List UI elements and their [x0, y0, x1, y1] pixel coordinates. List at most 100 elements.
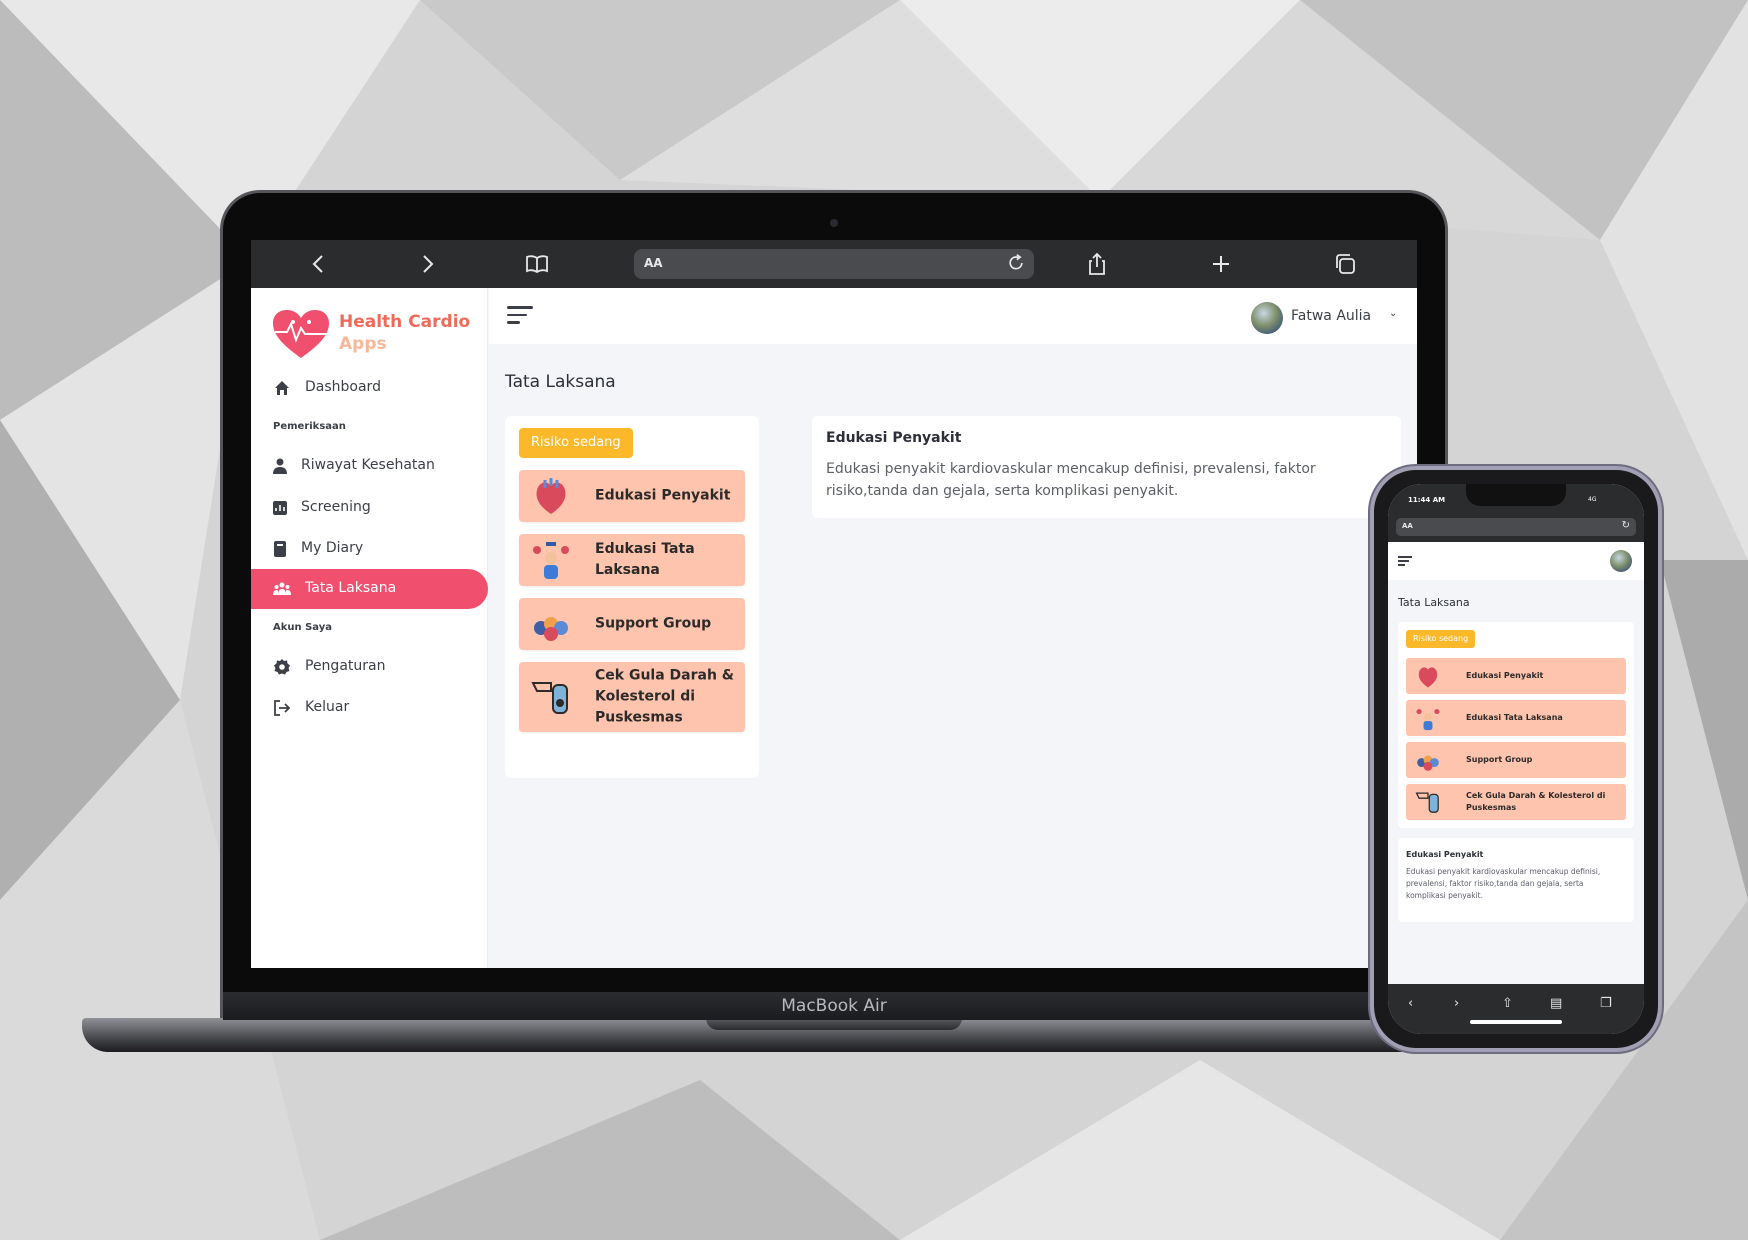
chevron-down-icon[interactable]: ⌄ [1389, 308, 1397, 319]
menu-button-label: Edukasi Penyakit [595, 487, 731, 504]
book-icon[interactable]: ▤ [1550, 996, 1562, 1011]
logo-subtitle: Apps [339, 334, 387, 354]
diary-icon [274, 541, 286, 557]
sidebar-item-label: Pengaturan [305, 658, 386, 674]
menu-toggle-icon[interactable] [507, 306, 533, 326]
glucose-meter-icon [531, 682, 568, 714]
risk-badge: Risiko sedang [519, 428, 633, 458]
sidebar-item-pengaturan[interactable]: Pengaturan [251, 647, 488, 687]
detail-card: Edukasi Penyakit Edukasi penyakit kardio… [1398, 838, 1634, 922]
sidebar-item-riwayat-kesehatan[interactable]: Riwayat Kesehatan [251, 446, 488, 486]
cek-gula-darah-button[interactable]: Cek Gula Darah & Kolesterol di Puskesmas [1406, 784, 1626, 820]
person-habits-icon [533, 542, 569, 579]
sidebar-item-dashboard[interactable]: Dashboard [251, 368, 488, 408]
edukasi-tata-laksana-button[interactable]: Edukasi Tata Laksana [519, 534, 745, 586]
users-group-icon [273, 582, 291, 595]
phone-screen: 11:44 AM 4G AA ↻ Tata Laksana Risiko sed… [1388, 484, 1644, 1034]
section-label-pemeriksaan: Pemeriksaan [273, 421, 346, 432]
book-icon[interactable] [525, 252, 549, 276]
avatar[interactable] [1251, 302, 1283, 334]
status-signal: 4G [1588, 496, 1597, 503]
laptop-brand-label: MacBook Air [223, 992, 1445, 1020]
support-group-icon [1417, 755, 1439, 771]
chevron-left-icon[interactable] [307, 252, 331, 276]
detail-title: Edukasi Penyakit [826, 430, 962, 446]
user-icon [273, 458, 287, 474]
sidebar-item-screening[interactable]: Screening [251, 488, 488, 528]
tata-laksana-menu-card: Risiko sedang Edukasi Penyakit Edukasi T… [1398, 622, 1634, 828]
detail-text: Edukasi penyakit kardiovaskular mencakup… [1406, 867, 1601, 900]
menu-toggle-icon[interactable] [1398, 556, 1412, 568]
glucose-meter-icon [1415, 792, 1439, 813]
detail-card: Edukasi Penyakit Edukasi penyakit kardio… [812, 416, 1401, 518]
phone-top-bar [1388, 542, 1644, 580]
gear-icon [274, 659, 290, 675]
page-title: Tata Laksana [1398, 596, 1470, 609]
sidebar-item-tata-laksana[interactable]: Tata Laksana [251, 569, 488, 609]
laptop-screen: AA Health Cardio Apps Dashboard Pemeriks… [251, 240, 1417, 968]
tabs-icon[interactable] [1333, 252, 1357, 276]
sidebar-item-label: Keluar [305, 699, 350, 715]
tabs-icon[interactable]: ❐ [1600, 996, 1612, 1011]
sidebar-item-label: Dashboard [305, 379, 381, 395]
chevron-right-icon[interactable] [415, 252, 439, 276]
sidebar-item-label: Screening [301, 499, 371, 515]
text-size-button[interactable]: AA [644, 256, 663, 270]
chevron-left-icon[interactable]: ‹ [1408, 996, 1413, 1011]
heart-organ-icon [1418, 667, 1438, 688]
edukasi-tata-laksana-button[interactable]: Edukasi Tata Laksana [1406, 700, 1626, 736]
phone-notch [1466, 484, 1566, 506]
phone-frame: 11:44 AM 4G AA ↻ Tata Laksana Risiko sed… [1370, 466, 1662, 1052]
reload-icon[interactable]: ↻ [1622, 520, 1630, 531]
share-icon[interactable]: ⇧ [1502, 996, 1513, 1011]
heart-logo-icon [273, 310, 329, 358]
sidebar-item-label: My Diary [301, 540, 364, 556]
tata-laksana-menu-card: Risiko sedang Edukasi Penyakit Edukasi T… [505, 416, 759, 778]
home-indicator [1470, 1020, 1562, 1024]
menu-button-label: Cek Gula Darah & Kolesterol di Puskesmas [595, 667, 735, 726]
menu-button-label: Edukasi Tata Laksana [1466, 713, 1563, 722]
sidebar-item-label: Riwayat Kesehatan [301, 457, 435, 473]
plus-icon[interactable] [1209, 252, 1233, 276]
menu-button-label: Support Group [595, 615, 712, 632]
text-size-button[interactable]: AA [1402, 522, 1413, 530]
cek-gula-darah-button[interactable]: Cek Gula Darah & Kolesterol di Puskesmas [519, 662, 745, 732]
menu-button-label: Edukasi Penyakit [1466, 671, 1544, 680]
status-time: 11:44 AM [1408, 496, 1446, 504]
home-icon [275, 381, 289, 395]
top-bar: Fatwa Aulia ⌄ [489, 288, 1417, 344]
menu-button-label: Support Group [1466, 755, 1533, 764]
sidebar-item-keluar[interactable]: Keluar [251, 688, 488, 728]
camera-dot [830, 219, 838, 227]
support-group-button[interactable]: Support Group [519, 598, 745, 650]
support-group-button[interactable]: Support Group [1406, 742, 1626, 778]
edukasi-penyakit-button[interactable]: Edukasi Penyakit [519, 470, 745, 522]
user-name[interactable]: Fatwa Aulia [1291, 308, 1371, 324]
logo-title: Health Cardio [339, 312, 471, 332]
menu-button-label: Edukasi Tata Laksana [595, 541, 695, 578]
heart-organ-icon [536, 478, 566, 514]
support-group-icon [534, 617, 568, 641]
chevron-right-icon[interactable]: › [1454, 996, 1459, 1011]
sidebar: Health Cardio Apps Dashboard Pemeriksaan… [251, 288, 488, 968]
sidebar-item-label: Tata Laksana [305, 580, 397, 596]
phone-browser-bar: AA ↻ [1388, 514, 1644, 542]
chart-box-icon [273, 501, 287, 515]
phone-browser-toolbar: ‹ › ⇧ ▤ ❐ [1388, 984, 1644, 1034]
detail-text: Edukasi penyakit kardiovaskular mencakup… [826, 461, 1316, 499]
section-label-akun-saya: Akun Saya [273, 622, 333, 633]
phone-address-bar[interactable]: AA ↻ [1396, 518, 1636, 536]
browser-toolbar: AA [251, 240, 1417, 288]
sidebar-item-my-diary[interactable]: My Diary [251, 529, 488, 569]
logout-icon [274, 700, 291, 716]
risk-badge: Risiko sedang [1406, 630, 1476, 648]
edukasi-penyakit-button[interactable]: Edukasi Penyakit [1406, 658, 1626, 694]
menu-button-label: Cek Gula Darah & Kolesterol di Puskesmas [1466, 791, 1606, 812]
address-bar[interactable]: AA [634, 249, 1034, 279]
reload-icon[interactable] [1006, 253, 1026, 273]
page-title: Tata Laksana [505, 372, 616, 392]
share-icon[interactable] [1085, 252, 1109, 276]
avatar[interactable] [1610, 550, 1632, 572]
person-habits-icon [1416, 709, 1440, 731]
detail-title: Edukasi Penyakit [1406, 850, 1484, 859]
